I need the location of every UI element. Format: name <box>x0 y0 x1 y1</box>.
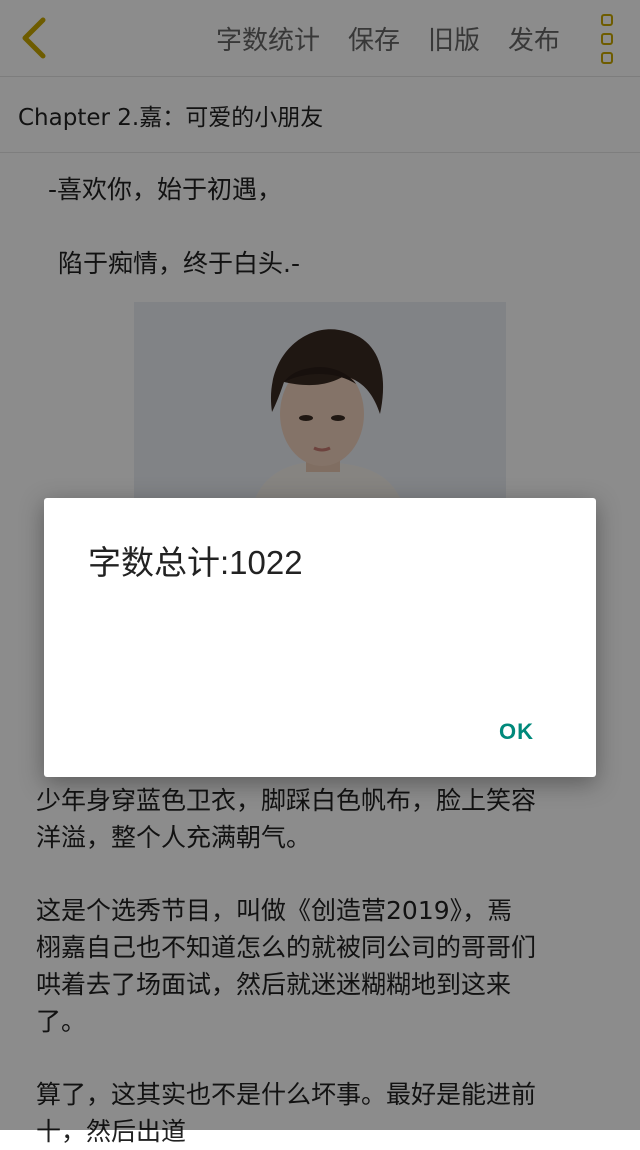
word-count-message: 字数总计:1022 <box>88 544 303 581</box>
ok-button[interactable]: OK <box>499 719 534 745</box>
word-count-dialog: 字数总计:1022 OK <box>44 498 596 777</box>
